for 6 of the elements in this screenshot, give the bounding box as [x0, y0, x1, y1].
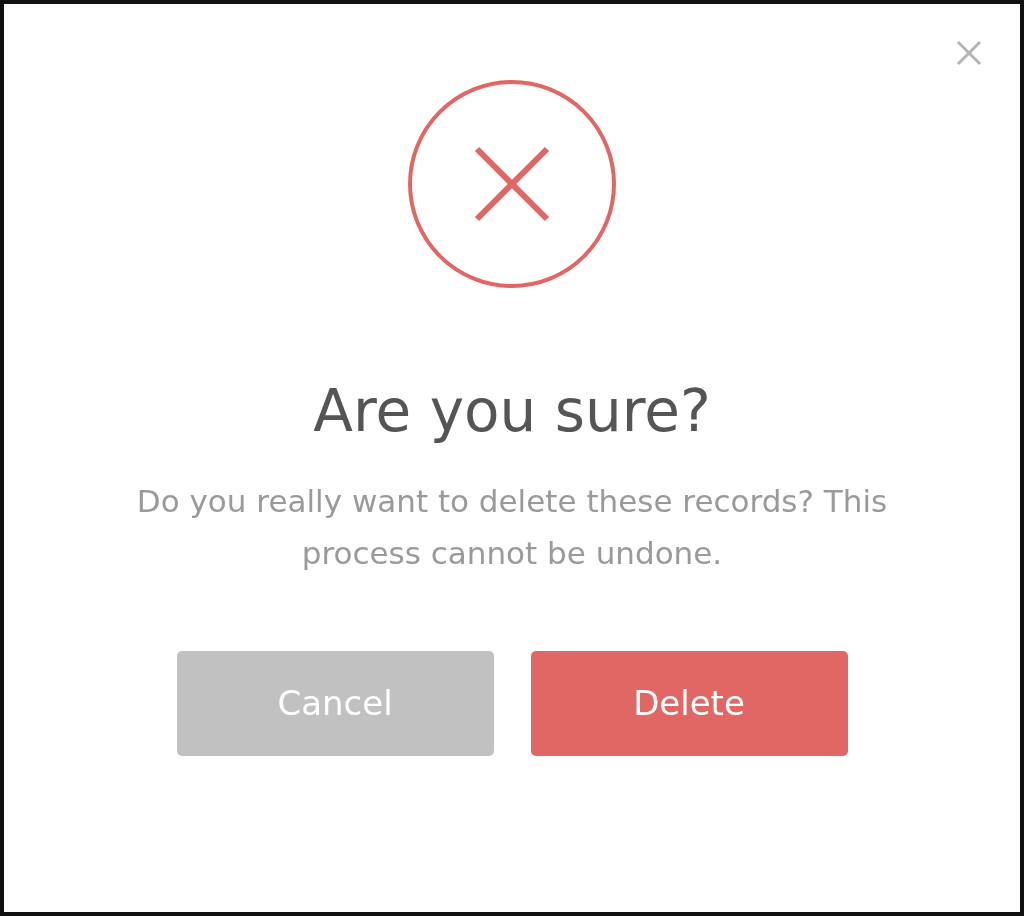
cancel-button[interactable]: Cancel	[176, 650, 494, 756]
dialog-title: Are you sure?	[313, 377, 711, 447]
error-icon	[407, 79, 617, 289]
delete-button[interactable]: Delete	[530, 650, 848, 756]
dialog-message: Do you really want to delete these records? This process cannot be undone.	[135, 481, 889, 573]
close-icon[interactable]	[956, 40, 982, 66]
